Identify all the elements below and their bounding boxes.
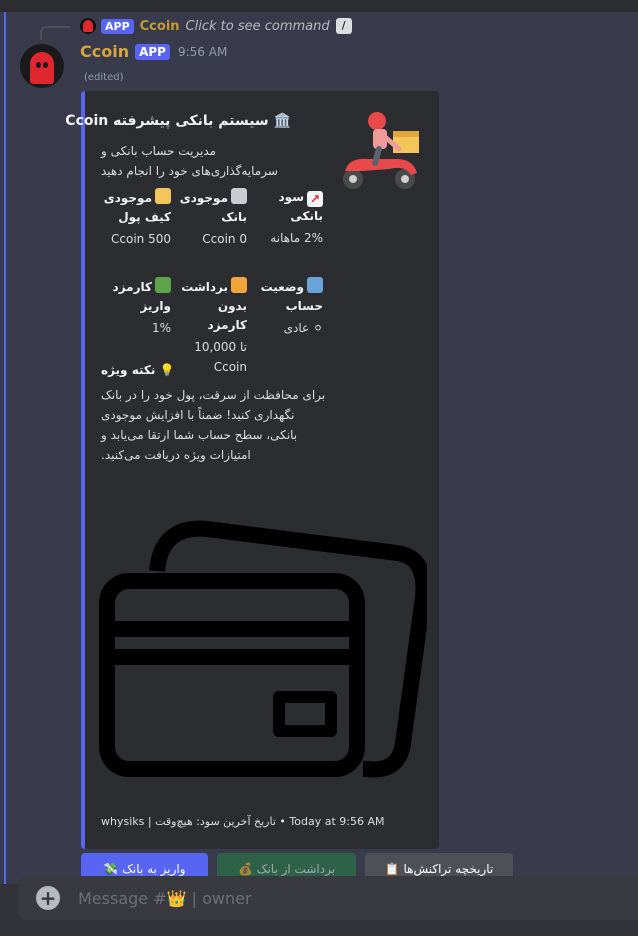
embed-footer: whysiks | تاریخ آخرین سود: هیچ‌وقت • Tod…	[101, 815, 385, 828]
timestamp[interactable]: 9:56 AM	[178, 45, 227, 59]
field-bank: موجودی بانک 0 Ccoin	[177, 188, 247, 249]
field-interest: ↗سود بانکی 2% ماهانه	[253, 188, 323, 248]
field-value: ⚪ عادی	[283, 321, 323, 335]
reply-avatar-ghost-icon[interactable]	[80, 18, 96, 34]
reply-command-text[interactable]: Click to see command	[186, 19, 330, 34]
reply-username[interactable]: Ccoin	[140, 19, 180, 34]
field-name: وضعیت حساب	[253, 277, 323, 316]
message-input[interactable]: Message #👑 | owner	[78, 889, 252, 908]
edited-label: (edited)	[84, 72, 124, 83]
ghost-icon	[30, 52, 54, 84]
app-tag: APP	[135, 43, 170, 60]
field-deposit-fee: کارمزد واریز 1%	[101, 277, 171, 338]
bar-chart-icon	[307, 277, 323, 293]
money-wings-icon	[155, 277, 171, 293]
reply-app-tag: APP	[101, 18, 134, 34]
field-name: کارمزد واریز	[101, 277, 171, 316]
field-name: موجودی کیف پول	[101, 188, 171, 227]
bank-icon	[231, 188, 247, 204]
chart-up-icon: ↗	[307, 191, 323, 207]
plus-icon[interactable]: +	[36, 886, 60, 910]
mention-bar	[4, 12, 6, 884]
field-value: 0 Ccoin	[202, 232, 247, 246]
slash-command-icon[interactable]: /	[335, 18, 352, 34]
lock-key-icon	[231, 277, 247, 293]
field-status: وضعیت حساب ⚪ عادی	[253, 277, 323, 338]
embed-title: 🏛️ سیستم بانکی پیشرفته Ccoin	[65, 113, 291, 129]
avatar[interactable]	[20, 44, 64, 88]
field-name: ↗سود بانکی	[278, 190, 323, 223]
embed: 🏛️ سیستم بانکی پیشرفته Ccoin مدیریت حساب…	[65, 91, 439, 849]
wallet-cards-icon[interactable]	[97, 511, 427, 791]
field-value: تا 10,000 Ccoin	[194, 340, 247, 374]
field-value: 1%	[151, 321, 171, 335]
message-composer[interactable]: + Message #👑 | owner	[18, 876, 638, 920]
reply-line[interactable]: APP Ccoin Click to see command /	[60, 16, 352, 36]
field-value: 2% ماهانه	[270, 231, 323, 245]
note-body: برای محافظت از سرقت، پول خود را در بانک …	[101, 388, 326, 462]
delivery-scooter-icon[interactable]	[339, 109, 425, 195]
top-bar	[0, 0, 638, 12]
note-title: 💡 نکته ویژه	[101, 363, 175, 377]
field-name: برداشت بدون کارمزد	[177, 277, 247, 335]
field-withdraw: برداشت بدون کارمزد تا 10,000 Ccoin	[177, 277, 247, 377]
field-wallet: موجودی کیف پول 500 Ccoin	[101, 188, 171, 249]
credit-card-icon	[155, 188, 171, 204]
username[interactable]: Ccoin	[80, 42, 129, 61]
message-header: Ccoin APP 9:56 AM	[80, 42, 227, 61]
embed-description: مدیریت حساب بانکی و سرمایه‌گذاری‌های خود…	[101, 144, 278, 178]
field-value: 500 Ccoin	[111, 232, 171, 246]
field-name: موجودی بانک	[177, 188, 247, 227]
